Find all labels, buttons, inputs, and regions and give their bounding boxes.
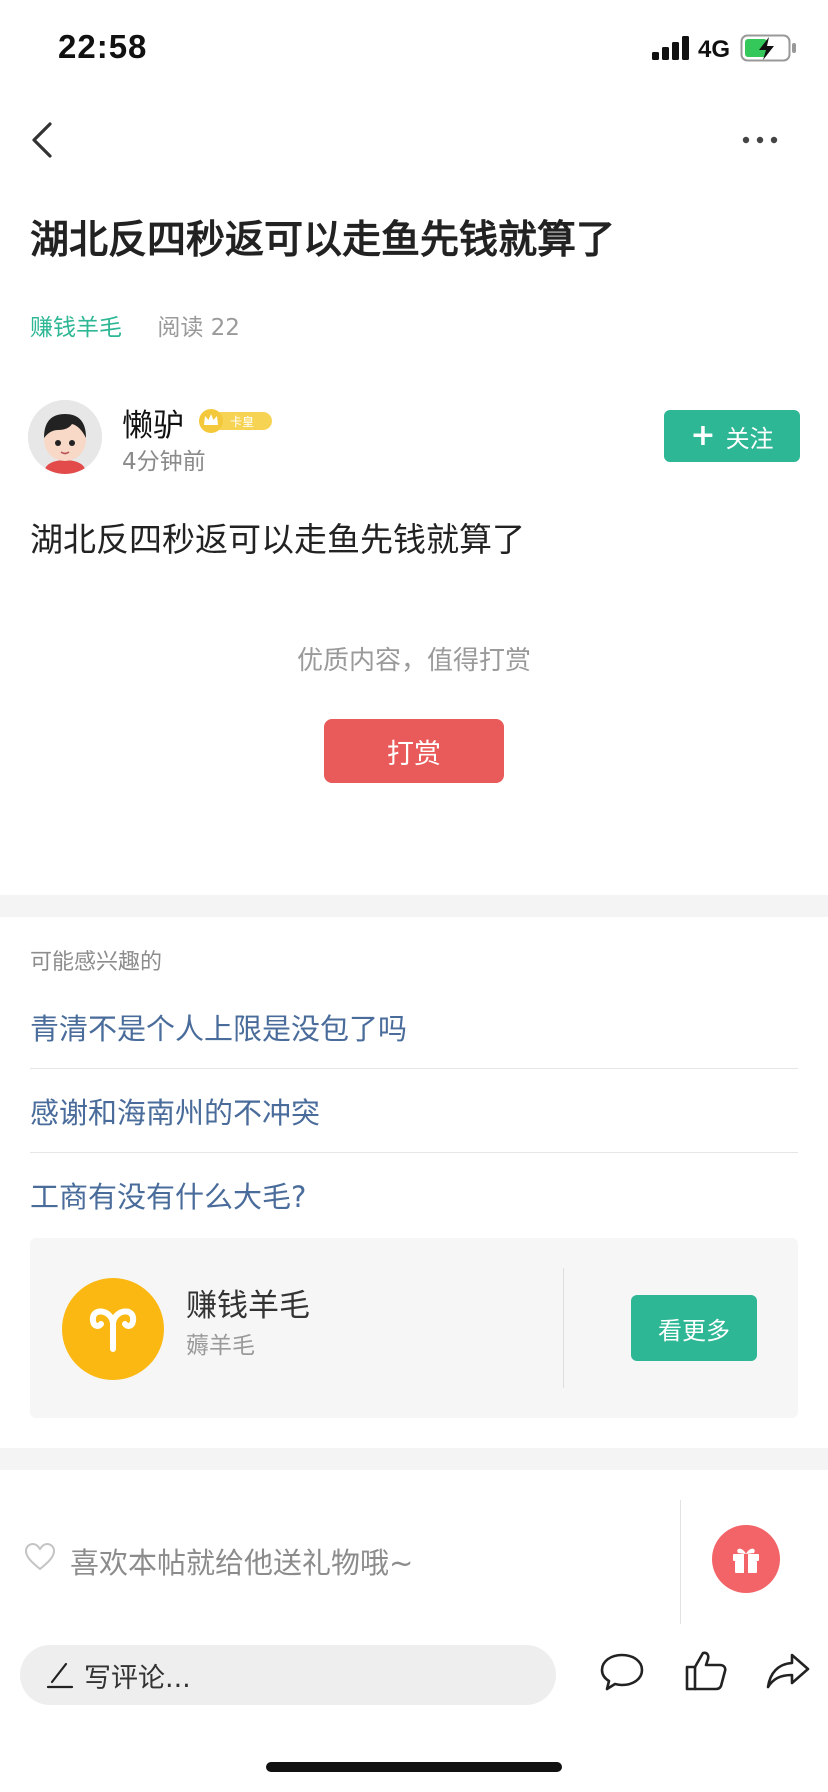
home-indicator	[266, 1762, 562, 1772]
avatar-cartoon-icon	[28, 400, 102, 474]
gift-button[interactable]	[712, 1525, 780, 1593]
avatar[interactable]	[28, 400, 102, 474]
plus-icon: +	[690, 418, 716, 453]
topic-subtitle: 薅羊毛	[186, 1333, 255, 1359]
aries-icon	[89, 1308, 137, 1352]
battery-charging-icon	[740, 34, 796, 62]
topic-link[interactable]: 赚钱羊毛	[30, 315, 122, 341]
related-item[interactable]: 工商有没有什么大毛?	[30, 1153, 798, 1237]
nav-bar	[0, 100, 828, 180]
status-time: 22:58	[58, 28, 148, 65]
badge-label: 卡皇	[230, 415, 254, 429]
post-title: 湖北反四秒返可以走鱼先钱就算了	[30, 218, 616, 263]
comment-icon[interactable]	[598, 1647, 646, 1695]
author-name[interactable]: 懒驴	[122, 400, 184, 445]
related-heading: 可能感兴趣的	[30, 950, 163, 975]
read-count: 阅读 22	[157, 315, 240, 341]
gift-icon	[733, 1548, 759, 1573]
gift-row: 喜欢本帖就给他送礼物哦~	[0, 1480, 828, 1624]
comment-placeholder: 写评论...	[84, 1662, 191, 1694]
see-more-button[interactable]: 看更多	[631, 1295, 757, 1361]
signal-icon	[652, 36, 689, 60]
follow-button[interactable]: + 关注	[664, 410, 800, 462]
related-item[interactable]: 青清不是个人上限是没包了吗	[30, 985, 798, 1069]
card-divider	[563, 1268, 564, 1388]
related-item[interactable]: 感谢和海南州的不冲突	[30, 1069, 798, 1153]
gift-divider	[680, 1500, 681, 1624]
comment-input[interactable]: 写评论...	[20, 1645, 556, 1705]
related-list: 青清不是个人上限是没包了吗 感谢和海南州的不冲突 工商有没有什么大毛?	[30, 985, 798, 1237]
topic-card[interactable]: 赚钱羊毛 薅羊毛 看更多	[30, 1238, 798, 1418]
section-divider	[0, 895, 828, 917]
pen-icon	[46, 1662, 74, 1689]
reward-button[interactable]: 打赏	[324, 719, 504, 783]
gift-prompt: 喜欢本帖就给他送礼物哦~	[70, 1546, 414, 1580]
crown-badge-icon: 卡皇	[199, 409, 272, 433]
section-divider	[0, 1448, 828, 1470]
post-meta: 赚钱羊毛 阅读 22	[30, 308, 240, 341]
comment-bar: 写评论...	[0, 1635, 828, 1715]
author-row: 懒驴 卡皇 4分钟前 + 关注	[28, 400, 800, 480]
post-content: 湖北反四秒返可以走鱼先钱就算了	[30, 520, 525, 559]
reward-hint: 优质内容，值得打赏	[296, 646, 531, 676]
more-dots-icon[interactable]	[740, 128, 780, 152]
follow-label: 关注	[725, 424, 774, 453]
heart-icon	[24, 1542, 56, 1571]
topic-name: 赚钱羊毛	[186, 1288, 310, 1324]
post-time: 4分钟前	[122, 449, 206, 475]
share-icon[interactable]	[764, 1647, 812, 1695]
topic-logo	[62, 1278, 164, 1380]
like-icon[interactable]	[682, 1647, 730, 1695]
chevron-left-icon[interactable]	[28, 118, 58, 162]
network-type: 4G	[698, 36, 731, 63]
status-bar: 22:58 4G	[0, 0, 828, 100]
